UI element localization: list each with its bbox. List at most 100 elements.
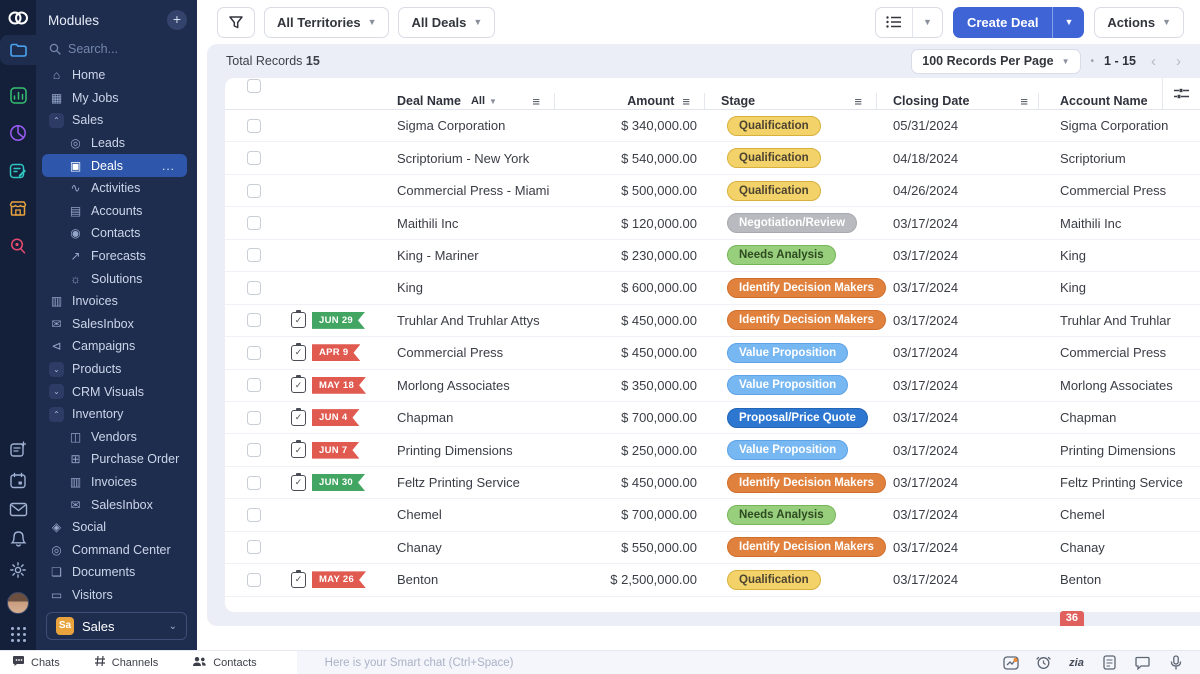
deal-name-cell[interactable]: Chemel bbox=[387, 507, 555, 522]
create-deal-button[interactable]: Create Deal ▼ bbox=[953, 7, 1084, 38]
sidebar-item-visitors[interactable]: ▭Visitors bbox=[36, 584, 193, 604]
task-due-badge[interactable]: JUN 30 bbox=[312, 474, 365, 491]
table-row[interactable]: ✓ Scriptorium - New York $ 540,000.00 Qu… bbox=[225, 142, 1200, 174]
next-page-button[interactable]: › bbox=[1171, 53, 1186, 70]
notification-count-badge[interactable]: 36 bbox=[1060, 611, 1084, 626]
bar-chart-icon[interactable] bbox=[10, 87, 27, 104]
table-row[interactable]: ✓ Sigma Corporation $ 340,000.00 Qualifi… bbox=[225, 110, 1200, 142]
row-checkbox[interactable] bbox=[247, 443, 261, 457]
account-name-cell[interactable]: Morlong Associates bbox=[1039, 378, 1200, 393]
account-name-cell[interactable]: Maithili Inc bbox=[1039, 216, 1200, 231]
row-checkbox[interactable] bbox=[247, 151, 261, 165]
zoho-logo-icon[interactable] bbox=[7, 9, 29, 27]
notes-icon[interactable] bbox=[9, 162, 27, 180]
task-check-icon[interactable]: ✓ bbox=[291, 410, 306, 426]
row-checkbox[interactable] bbox=[247, 573, 261, 587]
sidebar-item-accounts[interactable]: ▤Accounts bbox=[36, 200, 193, 223]
table-row[interactable]: ✓ JUN 29 Truhlar And Truhlar Attys $ 450… bbox=[225, 305, 1200, 337]
row-checkbox[interactable] bbox=[247, 281, 261, 295]
account-name-cell[interactable]: Chapman bbox=[1039, 410, 1200, 425]
calendar-icon[interactable] bbox=[9, 472, 27, 489]
prev-page-button[interactable]: ‹ bbox=[1146, 53, 1161, 70]
modules-rail-tab[interactable] bbox=[0, 35, 36, 65]
column-menu-icon[interactable]: ≡ bbox=[532, 94, 540, 109]
table-row[interactable]: ✓ Chanay $ 550,000.00 Identify Decision … bbox=[225, 532, 1200, 564]
col-amount[interactable]: Amount bbox=[627, 94, 674, 108]
column-menu-icon[interactable]: ≡ bbox=[854, 94, 862, 109]
sidebar-item-purchase-order[interactable]: ⊞Purchase Order bbox=[36, 448, 193, 471]
mail-icon[interactable] bbox=[9, 502, 28, 517]
more-options-icon[interactable]: ... bbox=[162, 159, 175, 173]
task-due-badge[interactable]: MAY 18 bbox=[312, 377, 366, 394]
deal-name-cell[interactable]: Chanay bbox=[387, 540, 555, 555]
column-manager-icon[interactable] bbox=[1162, 78, 1200, 109]
account-name-cell[interactable]: Chemel bbox=[1039, 507, 1200, 522]
account-name-cell[interactable]: Commercial Press bbox=[1039, 345, 1200, 360]
task-check-icon[interactable]: ✓ bbox=[291, 442, 306, 458]
sidebar-item-invoices[interactable]: ▥Invoices bbox=[36, 290, 193, 313]
account-name-cell[interactable]: Chanay bbox=[1039, 540, 1200, 555]
deal-name-filter-dropdown[interactable]: All▼ bbox=[471, 95, 497, 107]
sidebar-item-salesinbox[interactable]: ✉SalesInbox bbox=[36, 493, 193, 516]
sidebar-item-invoices[interactable]: ▥Invoices bbox=[36, 471, 193, 494]
task-due-badge[interactable]: MAY 26 bbox=[312, 571, 366, 588]
col-closing-date[interactable]: Closing Date bbox=[893, 94, 969, 108]
bell-icon[interactable] bbox=[10, 530, 27, 548]
deal-name-cell[interactable]: Commercial Press - Miami bbox=[387, 183, 555, 198]
mic-icon[interactable] bbox=[1159, 651, 1192, 674]
row-checkbox[interactable] bbox=[247, 411, 261, 425]
select-all-checkbox[interactable] bbox=[247, 79, 261, 93]
deal-name-cell[interactable]: Morlong Associates bbox=[387, 378, 555, 393]
task-check-icon[interactable]: ✓ bbox=[291, 312, 306, 328]
deal-name-cell[interactable]: Chapman bbox=[387, 410, 555, 425]
row-checkbox[interactable] bbox=[247, 378, 261, 392]
org-selector[interactable]: Sa Sales ⌄ bbox=[46, 612, 187, 640]
deal-name-cell[interactable]: Benton bbox=[387, 572, 555, 587]
sidebar-item-leads[interactable]: ◎Leads bbox=[36, 132, 193, 155]
deal-name-cell[interactable]: Truhlar And Truhlar Attys bbox=[387, 313, 555, 328]
territory-filter-dropdown[interactable]: All Territories▼ bbox=[264, 7, 389, 38]
pie-chart-icon[interactable] bbox=[9, 124, 27, 142]
sidebar-item-salesinbox[interactable]: ✉SalesInbox bbox=[36, 313, 193, 336]
account-name-cell[interactable]: Truhlar And Truhlar bbox=[1039, 313, 1200, 328]
table-row[interactable]: ✓ JUN 7 Printing Dimensions $ 250,000.00… bbox=[225, 434, 1200, 466]
deal-name-cell[interactable]: Scriptorium - New York bbox=[387, 151, 555, 166]
task-due-badge[interactable]: JUN 4 bbox=[312, 409, 359, 426]
actions-dropdown[interactable]: Actions▼ bbox=[1094, 7, 1184, 38]
column-menu-icon[interactable]: ≡ bbox=[682, 94, 690, 109]
account-name-cell[interactable]: King bbox=[1039, 248, 1200, 263]
sidebar-item-contacts[interactable]: ◉Contacts bbox=[36, 222, 193, 245]
deal-name-cell[interactable]: Feltz Printing Service bbox=[387, 475, 555, 490]
row-checkbox[interactable] bbox=[247, 476, 261, 490]
row-checkbox[interactable] bbox=[247, 313, 261, 327]
zia-icon[interactable]: zia bbox=[1060, 651, 1093, 674]
sidebar-item-forecasts[interactable]: ↗Forecasts bbox=[36, 245, 193, 268]
account-name-cell[interactable]: Commercial Press bbox=[1039, 183, 1200, 198]
sidebar-item-command-center[interactable]: ◎Command Center bbox=[36, 538, 193, 561]
activity-icon[interactable] bbox=[994, 651, 1027, 674]
user-avatar[interactable] bbox=[7, 592, 29, 614]
list-view-selector[interactable]: ▼ bbox=[875, 7, 943, 38]
row-checkbox[interactable] bbox=[247, 216, 261, 230]
task-check-icon[interactable]: ✓ bbox=[291, 572, 306, 588]
app-grid-icon[interactable] bbox=[11, 627, 26, 642]
table-row[interactable]: ✓ APR 9 Commercial Press $ 450,000.00 Va… bbox=[225, 337, 1200, 369]
deal-name-cell[interactable]: King bbox=[387, 280, 555, 295]
view-filter-dropdown[interactable]: All Deals▼ bbox=[398, 7, 495, 38]
records-per-page-dropdown[interactable]: 100 Records Per Page▼ bbox=[911, 49, 1080, 74]
col-account-name[interactable]: Account Name bbox=[1060, 94, 1148, 108]
sidebar-item-vendors[interactable]: ◫Vendors bbox=[36, 426, 193, 449]
sidebar-item-products[interactable]: ⌄Products bbox=[36, 358, 193, 381]
search-scope-icon[interactable] bbox=[9, 237, 27, 255]
table-row[interactable]: ✓ King $ 600,000.00 Identify Decision Ma… bbox=[225, 272, 1200, 304]
chevron-up-icon[interactable]: ⌃ bbox=[49, 113, 64, 128]
sidebar-item-home[interactable]: ⌂Home bbox=[36, 64, 193, 87]
account-name-cell[interactable]: Feltz Printing Service bbox=[1039, 475, 1200, 490]
account-name-cell[interactable]: King bbox=[1039, 280, 1200, 295]
table-row[interactable]: ✓ JUN 4 Chapman $ 700,000.00 Proposal/Pr… bbox=[225, 402, 1200, 434]
row-checkbox[interactable] bbox=[247, 346, 261, 360]
col-deal-name[interactable]: Deal Name bbox=[397, 94, 461, 108]
row-checkbox[interactable] bbox=[247, 119, 261, 133]
deal-name-cell[interactable]: Sigma Corporation bbox=[387, 118, 555, 133]
gear-icon[interactable] bbox=[9, 561, 27, 579]
